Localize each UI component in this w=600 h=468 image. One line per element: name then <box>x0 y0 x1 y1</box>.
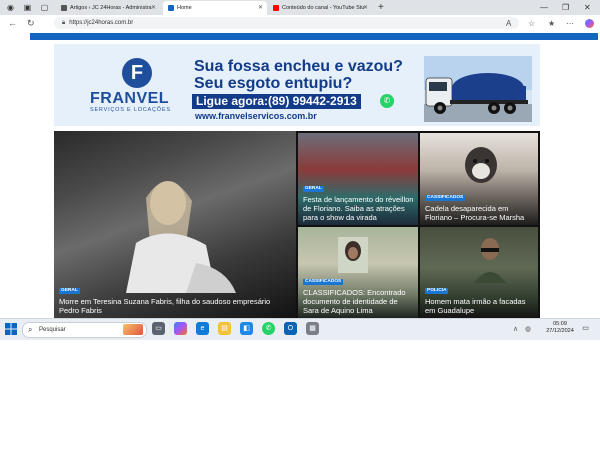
clock-time: 05:09 <box>553 321 567 327</box>
close-tab-icon[interactable]: ✕ <box>258 1 263 15</box>
news-photo <box>126 181 236 293</box>
whatsapp-taskbar-icon[interactable]: ✆ <box>262 322 275 335</box>
youtube-icon <box>273 4 279 11</box>
category-badge[interactable]: CASSIFICADOS <box>303 279 344 285</box>
photos-icon[interactable]: ▦ <box>306 322 319 335</box>
url-text: https://jc24horas.com.br <box>69 20 134 26</box>
news-grid: GERAL Morre em Teresina Suzana Fabris, f… <box>54 131 540 318</box>
outlook-icon[interactable]: O <box>284 322 297 335</box>
news-caption: GERAL Festa de lançamento do réveillon d… <box>303 176 414 222</box>
new-tab-button[interactable]: + <box>378 1 384 14</box>
favorite-star-icon[interactable]: ☆ <box>528 18 535 29</box>
news-caption: CASSIFICADOS Cadela desaparecida em Flor… <box>425 185 534 222</box>
windows-start-icon[interactable] <box>5 323 17 335</box>
search-highlight-icon <box>123 324 143 335</box>
news-caption: CASSIFICADOS CLASSIFICADOS: Encontrado d… <box>303 269 414 315</box>
favorites-icon[interactable]: ★ <box>548 18 555 29</box>
news-caption: POLICIA Homem mata irmão a facadas em Gu… <box>425 278 534 315</box>
tab-artigos[interactable]: Artigos ‹ JC 24Horas - Administra ✕ <box>56 1 160 15</box>
category-badge[interactable]: CASSIFICADOS <box>425 195 466 201</box>
search-icon: ⌕ <box>28 325 33 334</box>
tab-label: Artigos ‹ JC 24Horas - Administra <box>70 5 152 11</box>
edge-icon[interactable]: e <box>196 322 209 335</box>
workspaces-icon[interactable]: ▣ <box>23 3 32 12</box>
task-view-icon[interactable]: ▭ <box>152 322 165 335</box>
search-label: Pesquisar <box>39 327 66 333</box>
system-clock[interactable]: 05:09 27/12/2024 <box>541 321 579 335</box>
news-card-policia[interactable]: POLICIA Homem mata irmão a facadas em Gu… <box>420 227 538 318</box>
site-favicon-icon <box>168 4 174 11</box>
category-badge[interactable]: GERAL <box>303 186 324 192</box>
network-icon[interactable]: ◍ <box>525 324 531 335</box>
taskbar-search[interactable]: ⌕ Pesquisar <box>22 322 147 338</box>
tab-label: Conteúdo do canal - YouTube Stu <box>282 5 365 11</box>
wordpress-icon <box>61 4 67 11</box>
whatsapp-icon: ✆ <box>380 94 394 108</box>
ad-website: www.franvelservicos.com.br <box>195 111 317 121</box>
tab-youtube-studio[interactable]: Conteúdo do canal - YouTube Stu ✕ <box>268 1 372 15</box>
news-card-featured[interactable]: GERAL Morre em Teresina Suzana Fabris, f… <box>54 131 296 318</box>
id-photo <box>338 237 368 273</box>
news-title[interactable]: Cadela desaparecida em Floriano – Procur… <box>425 204 534 222</box>
news-title[interactable]: Morre em Teresina Suzana Fabris, filha d… <box>59 297 292 315</box>
tray-chevron-icon[interactable]: ∧ <box>513 324 518 335</box>
refresh-icon[interactable]: ↻ <box>27 18 35 29</box>
minimize-icon[interactable]: — <box>540 0 548 15</box>
category-badge[interactable]: POLICIA <box>425 288 449 294</box>
taskbar: ⌕ Pesquisar ▭ e ▤ ◧ ✆ O ▦ ∧ ◍ 05:09 27/1… <box>0 318 600 340</box>
copilot-app-icon[interactable] <box>174 322 187 335</box>
news-card-cadela[interactable]: CASSIFICADOS Cadela desaparecida em Flor… <box>420 133 538 225</box>
tab-home[interactable]: Home ✕ <box>163 1 267 15</box>
file-explorer-icon[interactable]: ▤ <box>218 322 231 335</box>
store-icon[interactable]: ◧ <box>240 322 253 335</box>
site-header-bar <box>30 33 598 40</box>
news-title[interactable]: Festa de lançamento do réveillon de Flor… <box>303 195 414 222</box>
news-card-documento[interactable]: CASSIFICADOS CLASSIFICADOS: Encontrado d… <box>298 227 418 318</box>
ad-headline-line-2: Seu esgoto entupiu? <box>194 75 353 92</box>
category-badge[interactable]: GERAL <box>59 288 80 294</box>
ad-banner[interactable]: F FRANVEL SERVIÇOS E LOCAÇÕES Sua fossa … <box>54 44 540 126</box>
news-caption: GERAL Morre em Teresina Suzana Fabris, f… <box>59 278 292 315</box>
ad-headline-line-1: Sua fossa encheu e vazou? <box>194 58 403 75</box>
browser-tab-strip: ◉ ▣ ▢ Artigos ‹ JC 24Horas - Administra … <box>0 0 600 15</box>
news-title[interactable]: Homem mata irmão a facadas em Guadalupe <box>425 297 534 315</box>
dog-photo <box>465 147 497 183</box>
profile-icon[interactable]: ◉ <box>6 3 15 12</box>
brand-subtitle: SERVIÇOS E LOCAÇÕES <box>90 107 171 113</box>
tab-label: Home <box>177 5 192 11</box>
address-bar[interactable]: 🔒︎ https://jc24horas.com.br <box>54 17 519 29</box>
tank-truck-image <box>424 56 532 122</box>
clock-date: 27/12/2024 <box>546 328 574 334</box>
menu-icon[interactable]: ⋯ <box>566 18 574 29</box>
close-tab-icon[interactable]: ✕ <box>363 1 368 15</box>
lock-icon: 🔒︎ <box>62 20 66 26</box>
ad-headline: Sua fossa encheu e vazou? Seu esgoto ent… <box>194 58 403 92</box>
brand-name: FRANVEL <box>90 90 170 107</box>
franvel-logo: F <box>122 58 152 88</box>
copilot-icon[interactable] <box>585 19 594 28</box>
close-tab-icon[interactable]: ✕ <box>151 1 156 15</box>
back-icon[interactable]: ← <box>8 18 17 29</box>
officer-photo <box>474 238 506 283</box>
maximize-icon[interactable]: ❐ <box>562 0 569 15</box>
tab-actions-icon[interactable]: ▢ <box>40 3 49 12</box>
address-toolbar: ← ↻ 🔒︎ https://jc24horas.com.br A ☆ ★ ⋯ <box>0 15 600 32</box>
ad-phone: Ligue agora:(89) 99442-2913 <box>192 94 361 109</box>
close-window-icon[interactable]: ✕ <box>584 0 591 15</box>
notifications-icon[interactable]: ▭ <box>581 324 590 333</box>
news-card-reveillon[interactable]: GERAL Festa de lançamento do réveillon d… <box>298 133 418 225</box>
news-title[interactable]: CLASSIFICADOS: Encontrado documento de i… <box>303 288 414 315</box>
read-aloud-icon[interactable]: A <box>506 18 511 29</box>
